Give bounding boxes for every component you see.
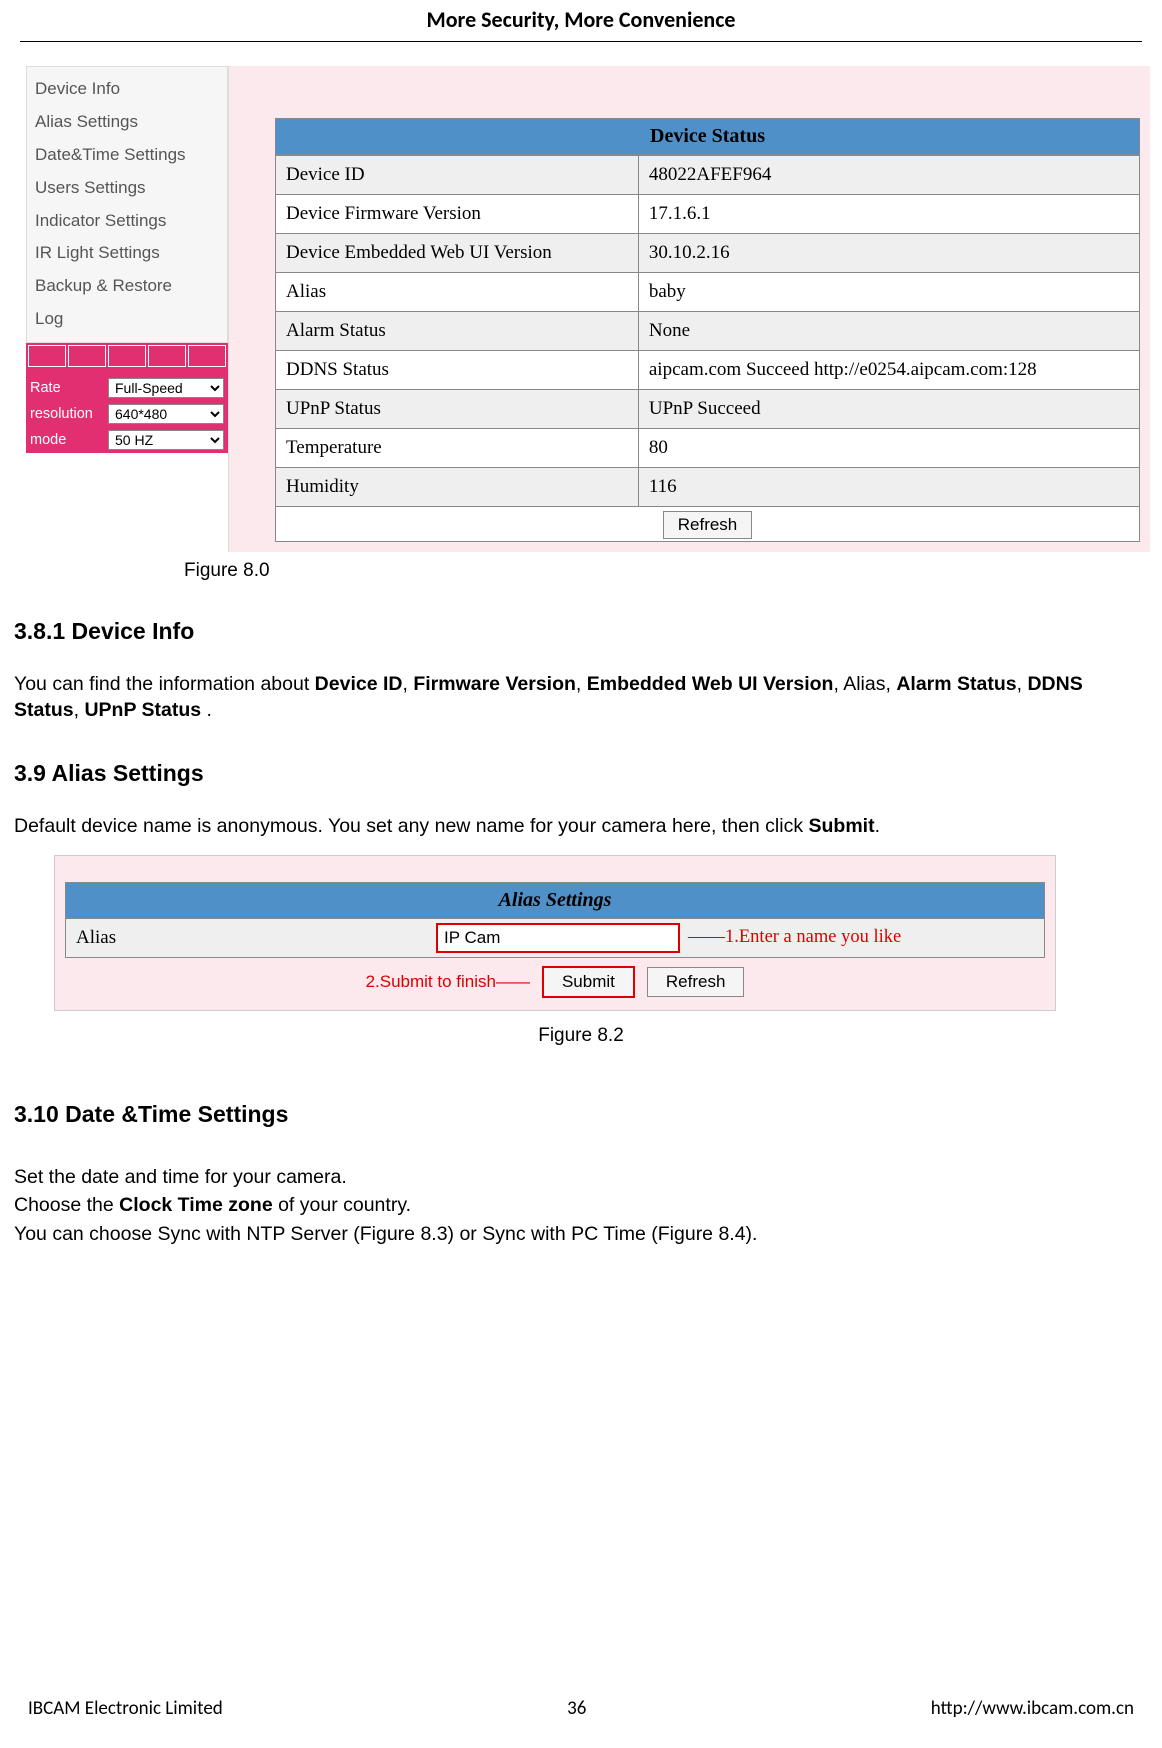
- status-value: 30.10.2.16: [638, 234, 1139, 273]
- status-key: Device ID: [276, 156, 639, 195]
- settings-menu: Device Info Alias Settings Date&Time Set…: [26, 66, 228, 343]
- rate-label: Rate: [30, 380, 102, 396]
- mode-select[interactable]: 50 HZ: [108, 430, 224, 450]
- menu-item-datetime-settings[interactable]: Date&Time Settings: [35, 139, 219, 172]
- menu-item-device-info[interactable]: Device Info: [35, 73, 219, 106]
- footer-page-number: 36: [567, 1697, 586, 1720]
- table-row: Humidity116: [276, 468, 1140, 507]
- alias-input[interactable]: [436, 923, 680, 953]
- resolution-label: resolution: [30, 406, 102, 422]
- table-row: Aliasbaby: [276, 273, 1140, 312]
- status-value: 80: [638, 429, 1139, 468]
- table-row: Device Embedded Web UI Version30.10.2.16: [276, 234, 1140, 273]
- mode-label: mode: [30, 432, 102, 448]
- status-value: baby: [638, 273, 1139, 312]
- status-key: UPnP Status: [276, 390, 639, 429]
- resolution-select[interactable]: 640*480: [108, 404, 224, 424]
- control-box[interactable]: [148, 345, 186, 367]
- menu-item-alias-settings[interactable]: Alias Settings: [35, 106, 219, 139]
- control-box[interactable]: [108, 345, 146, 367]
- refresh-button[interactable]: Refresh: [663, 511, 753, 539]
- control-buttons-row: [26, 343, 228, 369]
- rate-select[interactable]: Full-Speed: [108, 378, 224, 398]
- figure-8-0-caption: Figure 8.0: [184, 560, 1148, 582]
- footer-url: http://www.ibcam.com.cn: [931, 1697, 1134, 1720]
- annotation-1: ——1.Enter a name you like: [688, 927, 901, 948]
- table-row: UPnP StatusUPnP Succeed: [276, 390, 1140, 429]
- menu-item-log[interactable]: Log: [35, 303, 219, 336]
- paragraph-3-8-1: You can find the information about Devic…: [14, 671, 1148, 724]
- annotation-2: 2.Submit to finish——: [366, 972, 530, 992]
- status-key: Device Embedded Web UI Version: [276, 234, 639, 273]
- control-box[interactable]: [28, 345, 66, 367]
- paragraph-3-10-3: You can choose Sync with NTP Server (Fig…: [14, 1221, 1148, 1247]
- footer-company: IBCAM Electronic Limited: [28, 1697, 223, 1720]
- heading-3-10: 3.10 Date &Time Settings: [14, 1101, 1148, 1128]
- status-key: Alias: [276, 273, 639, 312]
- refresh-button[interactable]: Refresh: [647, 967, 745, 997]
- status-key: Alarm Status: [276, 312, 639, 351]
- status-value: UPnP Succeed: [638, 390, 1139, 429]
- status-key: Device Firmware Version: [276, 195, 639, 234]
- paragraph-3-10-2: Choose the Clock Time zone of your count…: [14, 1192, 1148, 1218]
- control-box[interactable]: [68, 345, 106, 367]
- heading-3-8-1: 3.8.1 Device Info: [14, 618, 1148, 645]
- menu-item-ir-light-settings[interactable]: IR Light Settings: [35, 237, 219, 270]
- table-row: DDNS Statusaipcam.com Succeed http://e02…: [276, 351, 1140, 390]
- table-row: Device ID48022AFEF964: [276, 156, 1140, 195]
- header-divider: [20, 41, 1142, 42]
- device-status-header: Device Status: [275, 118, 1140, 155]
- status-value: 48022AFEF964: [638, 156, 1139, 195]
- table-row: Device Firmware Version17.1.6.1: [276, 195, 1140, 234]
- paragraph-3-10-1: Set the date and time for your camera.: [14, 1164, 1148, 1190]
- status-value: aipcam.com Succeed http://e0254.aipcam.c…: [638, 351, 1139, 390]
- status-value: 116: [638, 468, 1139, 507]
- figure-8-2-caption: Figure 8.2: [14, 1025, 1148, 1047]
- control-box[interactable]: [188, 345, 226, 367]
- menu-item-indicator-settings[interactable]: Indicator Settings: [35, 205, 219, 238]
- table-row: Temperature80: [276, 429, 1140, 468]
- figure-8-2: Alias Settings Alias ——1.Enter a name yo…: [54, 855, 1056, 1011]
- page-header: More Security, More Convenience: [0, 0, 1162, 41]
- status-key: Humidity: [276, 468, 639, 507]
- paragraph-3-9: Default device name is anonymous. You se…: [14, 813, 1148, 839]
- status-key: DDNS Status: [276, 351, 639, 390]
- alias-label: Alias: [76, 927, 436, 949]
- video-controls: Rate Full-Speed resolution 640*480 mode …: [26, 369, 228, 453]
- status-value: 17.1.6.1: [638, 195, 1139, 234]
- alias-settings-header: Alias Settings: [65, 882, 1045, 919]
- status-value: None: [638, 312, 1139, 351]
- heading-3-9: 3.9 Alias Settings: [14, 760, 1148, 787]
- menu-item-backup-restore[interactable]: Backup & Restore: [35, 270, 219, 303]
- status-key: Temperature: [276, 429, 639, 468]
- figure-8-0: Device Info Alias Settings Date&Time Set…: [26, 66, 1150, 552]
- table-row: Alarm StatusNone: [276, 312, 1140, 351]
- submit-button[interactable]: Submit: [542, 966, 635, 998]
- menu-item-users-settings[interactable]: Users Settings: [35, 172, 219, 205]
- device-status-table: Device ID48022AFEF964 Device Firmware Ve…: [275, 155, 1140, 507]
